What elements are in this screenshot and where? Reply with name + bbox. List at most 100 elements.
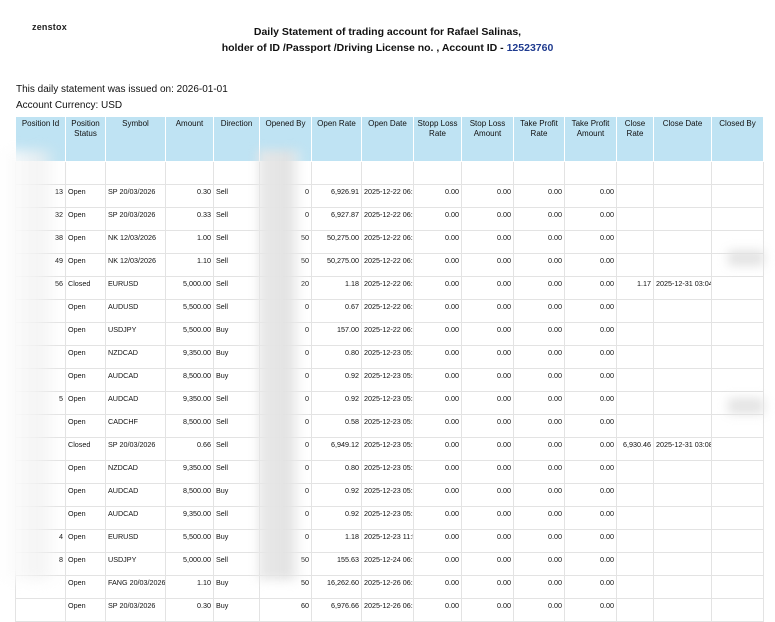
cell-sl-amount: 0.00 [461, 575, 514, 599]
cell-sl-amount: 0.00 [461, 437, 514, 461]
table-row: Open NZDCAD 9,350.00 Sell 0 0.80 2025-12-23 05… [15, 460, 764, 484]
cell-tp-amount: 0.00 [564, 299, 617, 323]
cell-direction: Sell [213, 460, 260, 484]
cell-symbol: EURUSD [105, 276, 166, 300]
positions-table: Position Id Position Status Symbol Amount Di… [15, 116, 764, 622]
cell-sl-amount: 0.00 [461, 414, 514, 438]
cell-opened-by: 0 [259, 391, 312, 415]
cell-close-date [653, 253, 712, 277]
cell-id [15, 460, 66, 484]
cell-closed-by [711, 253, 764, 277]
cell-tp-amount: 0.00 [564, 414, 617, 438]
column-header: Amount [165, 116, 214, 162]
table-row: Open AUDCAD 8,500.00 Buy 0 0.92 2025-12-23 05:… [15, 483, 764, 507]
cell-amount: 5,500.00 [165, 529, 214, 553]
cell-sl-rate: 0.00 [413, 391, 462, 415]
cell-amount: 9,350.00 [165, 460, 214, 484]
cell-opened-by: 0 [259, 460, 312, 484]
cell-open-rate: 50,275.00 [311, 230, 362, 254]
title-line-2: holder of ID /Passport /Driving License … [0, 40, 775, 56]
cell-closed-by [711, 506, 764, 530]
cell-direction: Sell [213, 299, 260, 323]
cell-tp-amount: 0.00 [564, 322, 617, 346]
cell-sl-amount: 0.00 [461, 184, 514, 208]
cell-sl-rate: 0.00 [413, 552, 462, 576]
cell-symbol: USDJPY [105, 552, 166, 576]
cell-tp-rate: 0.00 [513, 184, 565, 208]
cell-close-rate [616, 506, 654, 530]
cell-open-date: 2025-12-22 06:28:10 [361, 322, 414, 346]
table-row: Open AUDCAD 9,350.00 Sell 0 0.92 2025-12-23 05… [15, 506, 764, 530]
cell-id: 49 [15, 253, 66, 277]
cell-close-date [653, 184, 712, 208]
cell-amount: 9,350.00 [165, 345, 214, 369]
cell-opened-by: 50 [259, 253, 312, 277]
cell-open-date: 2025-12-23 05:49:18 [361, 414, 414, 438]
cell-amount: 8,500.00 [165, 483, 214, 507]
cell-closed-by [711, 460, 764, 484]
table-row: 4 Open EURUSD 5,500.00 Buy 0 1.18 2025-12-23 11… [15, 529, 764, 553]
cell-symbol: NZDCAD [105, 345, 166, 369]
cell-close-date [653, 322, 712, 346]
cell-open-date: 2025-12-22 06:21:12 [361, 253, 414, 277]
cell-tp-rate: 0.00 [513, 207, 565, 231]
cell-direction: Sell [213, 552, 260, 576]
cell-status: Open [65, 414, 106, 438]
cell-sl-amount: 0.00 [461, 460, 514, 484]
cell-close-rate [616, 598, 654, 622]
cell-status: Closed [65, 276, 106, 300]
column-header: Take Profit Amount [564, 116, 617, 162]
cell-open-rate: 6,976.66 [311, 598, 362, 622]
cell-open-rate: 0.92 [311, 368, 362, 392]
cell-symbol: AUDCAD [105, 506, 166, 530]
cell-id: 5 [15, 391, 66, 415]
column-header: Opened By [259, 116, 312, 162]
cell-open-rate: 0.80 [311, 460, 362, 484]
cell-sl-rate: 0.00 [413, 322, 462, 346]
cell-status: Open [65, 345, 106, 369]
cell-tp-amount: 0.00 [564, 184, 617, 208]
cell-opened-by: 50 [259, 552, 312, 576]
cell-tp-amount: 0.00 [564, 529, 617, 553]
cell-direction: Buy [213, 598, 260, 622]
cell-open-rate: 6,949.12 [311, 437, 362, 461]
cell-id: 32 [15, 207, 66, 231]
cell-sl-amount: 0.00 [461, 552, 514, 576]
cell-open-date: 2025-12-26 06:10:07 [361, 598, 414, 622]
cell-tp-amount: 0.00 [564, 391, 617, 415]
cell-tp-rate: 0.00 [513, 506, 565, 530]
cell-tp-amount: 0.00 [564, 552, 617, 576]
cell-closed-by [711, 368, 764, 392]
cell-close-rate [616, 207, 654, 231]
cell-opened-by: 0 [259, 368, 312, 392]
cell-symbol: NZDCAD [105, 460, 166, 484]
cell-direction: Sell [213, 207, 260, 231]
cell-symbol: AUDCAD [105, 368, 166, 392]
cell-amount: 1.10 [165, 575, 214, 599]
cell-status: Closed [65, 437, 106, 461]
cell-sl-amount: 0.00 [461, 299, 514, 323]
cell-tp-rate: 0.00 [513, 345, 565, 369]
table-row: Open FANG 20/03/2026 1.10 Buy 50 16,262.60 202… [15, 575, 764, 599]
cell-close-date [653, 529, 712, 553]
cell-amount: 5,000.00 [165, 276, 214, 300]
cell-amount: 5,000.00 [165, 552, 214, 576]
cell-id [15, 506, 66, 530]
cell-opened-by: 0 [259, 437, 312, 461]
cell-symbol: NK 12/03/2026 [105, 253, 166, 277]
cell-close-rate [616, 299, 654, 323]
cell-sl-rate: 0.00 [413, 253, 462, 277]
cell-tp-amount: 0.00 [564, 575, 617, 599]
cell-sl-rate: 0.00 [413, 276, 462, 300]
cell-status: Open [65, 253, 106, 277]
cell-opened-by: 0 [259, 483, 312, 507]
statement-title: Daily Statement of trading account for R… [0, 24, 775, 56]
column-header: Position Status [65, 116, 106, 162]
cell-tp-rate: 0.00 [513, 598, 565, 622]
cell-close-date [653, 345, 712, 369]
cell-id [15, 299, 66, 323]
cell-status: Open [65, 460, 106, 484]
cell-sl-rate: 0.00 [413, 437, 462, 461]
column-header: Take Profit Rate [513, 116, 565, 162]
cell-sl-rate: 0.00 [413, 299, 462, 323]
